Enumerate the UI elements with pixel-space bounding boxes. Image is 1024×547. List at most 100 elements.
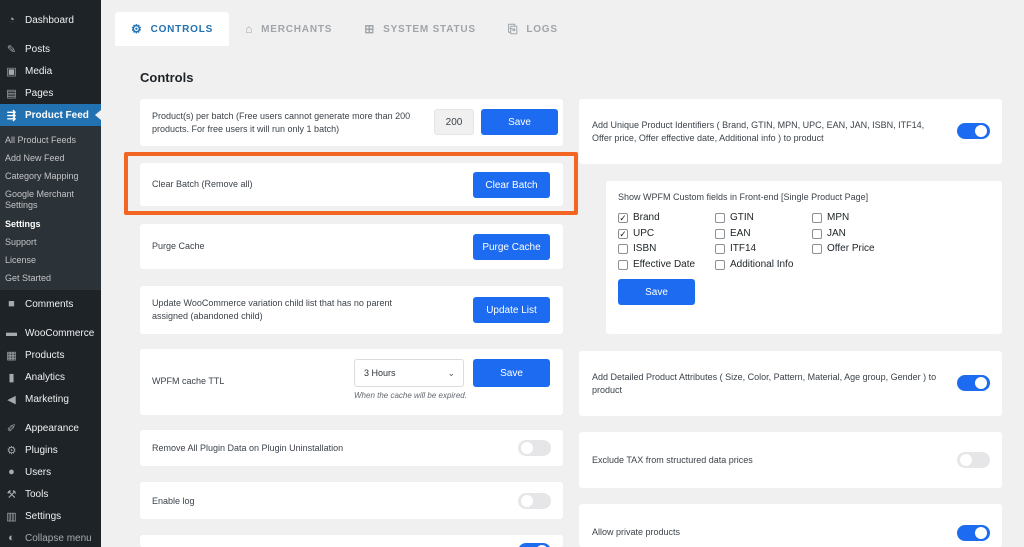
- collapse-icon: ◐: [8, 532, 15, 544]
- settings-icon: ▥: [6, 510, 17, 523]
- sidebar-item-plugins[interactable]: ⚙ Plugins: [0, 439, 101, 461]
- pages-icon: ▤: [6, 87, 17, 100]
- checkbox-effective-date[interactable]: Effective Date: [618, 259, 695, 270]
- batch-save-button[interactable]: Save: [481, 109, 558, 135]
- toggle-knob: [521, 442, 533, 454]
- sidebar-item-label: Appearance: [25, 422, 79, 434]
- submenu-add-new-feed[interactable]: Add New Feed: [5, 153, 65, 164]
- batch-size-input[interactable]: 200: [434, 109, 474, 135]
- submenu-category-mapping[interactable]: Category Mapping: [5, 171, 79, 182]
- checkbox-box: [812, 212, 822, 223]
- collapse-menu-button[interactable]: ◐ Collapse menu: [0, 527, 101, 547]
- gears-icon: ⚙: [131, 22, 143, 36]
- checkbox-mpn[interactable]: MPN: [812, 212, 849, 223]
- sidebar-item-dashboard[interactable]: ◔ Dashboard: [0, 9, 101, 31]
- submenu-get-started[interactable]: Get Started: [5, 273, 51, 284]
- remove-data-card: Remove All Plugin Data on Plugin Uninsta…: [140, 430, 563, 466]
- checkbox-itf14[interactable]: ITF14: [715, 243, 756, 254]
- enable-log-toggle[interactable]: [518, 493, 551, 509]
- private-products-toggle[interactable]: [957, 525, 990, 541]
- sidebar-item-media[interactable]: ▣ Media: [0, 60, 101, 82]
- sidebar-item-pages[interactable]: ▤ Pages: [0, 82, 101, 104]
- sidebar-item-settings[interactable]: ▥ Settings: [0, 505, 101, 527]
- sidebar-item-label: Analytics: [25, 371, 66, 383]
- checkbox-isbn[interactable]: ISBN: [618, 243, 656, 254]
- chevron-down-icon: ⌄: [447, 368, 455, 378]
- checkbox-upc[interactable]: ✓ UPC: [618, 228, 654, 239]
- unique-ids-toggle[interactable]: [957, 123, 990, 139]
- tab-label: LOGS: [526, 23, 558, 35]
- plugin-icon: ⚙: [6, 444, 17, 457]
- private-products-label: Allow private products: [592, 527, 681, 537]
- woocommerce-icon: ▬: [6, 327, 17, 339]
- submenu-license[interactable]: License: [5, 255, 36, 266]
- submenu-support[interactable]: Support: [5, 237, 37, 248]
- sidebar-item-label: Users: [25, 466, 52, 478]
- update-list-button[interactable]: Update List: [473, 297, 550, 323]
- sidebar-item-label: Settings: [25, 510, 62, 522]
- tab-merchants[interactable]: ⌂ MERCHANTS: [229, 12, 348, 46]
- purge-cache-button[interactable]: Purge Cache: [473, 234, 550, 260]
- submenu-all-product-feeds[interactable]: All Product Feeds: [5, 135, 76, 146]
- private-products-card: Allow private products: [579, 504, 1002, 547]
- sidebar-item-users[interactable]: ● Users: [0, 461, 101, 483]
- tab-controls[interactable]: ⚙ CONTROLS: [115, 12, 230, 46]
- checkbox-box: ✓: [618, 228, 628, 239]
- checkbox-box: [715, 212, 725, 223]
- toggle-knob: [521, 495, 533, 507]
- next-option-toggle[interactable]: [518, 543, 551, 547]
- product-feed-icon: ⇶: [6, 109, 17, 122]
- checkbox-brand[interactable]: ✓ Brand: [618, 212, 660, 223]
- exclude-tax-toggle[interactable]: [957, 452, 990, 468]
- checkbox-gtin[interactable]: GTIN: [715, 212, 754, 223]
- sidebar-item-appearance[interactable]: ✐ Appearance: [0, 417, 101, 439]
- sidebar-item-comments[interactable]: ■ Comments: [0, 293, 101, 315]
- wrench-icon: ⚒: [6, 488, 17, 501]
- sidebar-item-product-feed[interactable]: ⇶ Product Feed: [0, 104, 101, 126]
- sidebar-item-label: Products: [25, 349, 65, 361]
- settings-tabs: ⚙ CONTROLS ⌂ MERCHANTS ⊞ SYSTEM STATUS ⎘ LOG…: [115, 12, 574, 46]
- checkbox-box: [618, 259, 628, 270]
- checkbox-offer-price[interactable]: Offer Price: [812, 243, 875, 254]
- checkbox-additional-info[interactable]: Additional Info: [715, 259, 793, 270]
- checkbox-ean[interactable]: EAN: [715, 228, 751, 239]
- sidebar-item-posts[interactable]: ✎ Posts: [0, 38, 101, 60]
- submenu-settings[interactable]: Settings: [5, 219, 41, 230]
- purge-cache-label: Purge Cache: [152, 241, 205, 251]
- exclude-tax-label: Exclude TAX from structured data prices: [592, 455, 753, 465]
- checkbox-jan[interactable]: JAN: [812, 228, 846, 239]
- comments-icon: ■: [8, 298, 15, 310]
- submenu-google-merchant-settings[interactable]: Google Merchant Settings: [5, 189, 95, 211]
- checkbox-label: GTIN: [730, 212, 754, 223]
- sidebar-item-products[interactable]: ▦ Products: [0, 344, 101, 366]
- tab-label: MERCHANTS: [261, 23, 333, 35]
- sidebar-item-woocommerce[interactable]: ▬ WooCommerce: [0, 322, 101, 344]
- cache-ttl-label: WPFM cache TTL: [152, 376, 225, 386]
- highlight-box: [124, 152, 578, 215]
- sidebar-item-label: Comments: [25, 298, 74, 310]
- custom-fields-save-button[interactable]: Save: [618, 279, 695, 305]
- detailed-attributes-toggle[interactable]: [957, 375, 990, 391]
- tab-system-status[interactable]: ⊞ SYSTEM STATUS: [348, 12, 492, 46]
- remove-data-label: Remove All Plugin Data on Plugin Uninsta…: [152, 443, 344, 453]
- cache-ttl-save-button[interactable]: Save: [473, 359, 550, 387]
- checkbox-box: [715, 228, 725, 239]
- tab-logs[interactable]: ⎘ LOGS: [492, 12, 574, 46]
- remove-data-toggle[interactable]: [518, 440, 551, 456]
- unique-ids-card: Add Unique Product Identifiers ( Brand, …: [579, 99, 1002, 164]
- toggle-knob: [975, 377, 987, 389]
- sidebar-item-analytics[interactable]: ▮ Analytics: [0, 366, 101, 388]
- pushpin-icon: ✎: [6, 43, 17, 56]
- basket-icon: ⌂: [245, 22, 254, 36]
- sidebar-item-tools[interactable]: ⚒ Tools: [0, 483, 101, 505]
- checkbox-box: [618, 243, 628, 254]
- sidebar-item-label: Media: [25, 65, 53, 77]
- cache-ttl-select[interactable]: 3 Hours ⌄: [354, 359, 464, 387]
- checkbox-label: Effective Date: [633, 259, 696, 270]
- checkbox-box: [715, 243, 725, 254]
- admin-sidebar: ◔ Dashboard ✎ Posts ▣ Media ▤ Pages ⇶ Product…: [0, 0, 101, 547]
- cache-ttl-hint: When the cache will be expired.: [354, 391, 467, 400]
- tab-label: SYSTEM STATUS: [383, 23, 476, 35]
- sidebar-item-label: Dashboard: [25, 14, 74, 26]
- sidebar-item-marketing[interactable]: ◀ Marketing: [0, 388, 101, 410]
